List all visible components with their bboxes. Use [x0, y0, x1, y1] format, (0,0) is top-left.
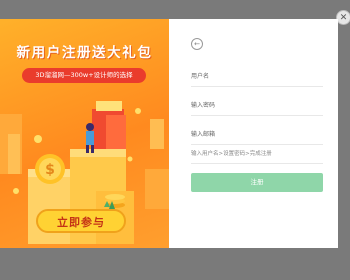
back-arrow-icon: ←	[194, 40, 200, 48]
small-coin-2	[135, 108, 141, 114]
register-submit-button[interactable]: 注册	[191, 173, 323, 192]
promo-banner: $ 新用户注册送大礼包 3D溜溜网—300w+设计师的选择 立即参与	[0, 19, 169, 248]
small-coin-3	[13, 188, 19, 194]
back-arrow-button[interactable]: ←	[191, 38, 203, 50]
bg-block-right	[145, 169, 169, 209]
register-modal: $ 新用户注册送大礼包 3D溜溜网—300w+设计师的选择 立即参与 ← 输入用…	[0, 19, 338, 248]
coin-symbol: $	[45, 162, 55, 178]
register-form: ← 输入用户名>设置密码>完成注册 注册	[169, 19, 338, 248]
bg-block-left-2	[8, 134, 20, 174]
person-body	[86, 131, 94, 145]
close-icon: ✕	[339, 12, 348, 23]
bg-block-right-2	[150, 119, 164, 149]
gift-box-right	[106, 115, 126, 149]
pillar-center-top	[70, 149, 126, 157]
promo-subtitle: 3D溜溜网—300w+设计师的选择	[22, 68, 146, 83]
gift-box-top	[96, 101, 122, 111]
join-now-button[interactable]: 立即参与	[36, 209, 126, 233]
password-input[interactable]	[191, 95, 323, 116]
promo-title: 新用户注册送大礼包	[16, 45, 153, 61]
coin-stack-3	[105, 194, 125, 200]
registration-steps: 输入用户名>设置密码>完成注册	[191, 149, 323, 164]
small-coin-1	[34, 135, 42, 143]
person-leg-left	[86, 145, 89, 153]
username-input[interactable]	[191, 66, 323, 87]
email-input[interactable]	[191, 124, 323, 145]
person-leg-right	[91, 145, 94, 153]
small-coin-4	[127, 156, 133, 162]
person-head	[86, 123, 94, 131]
close-button[interactable]: ✕	[336, 10, 350, 25]
